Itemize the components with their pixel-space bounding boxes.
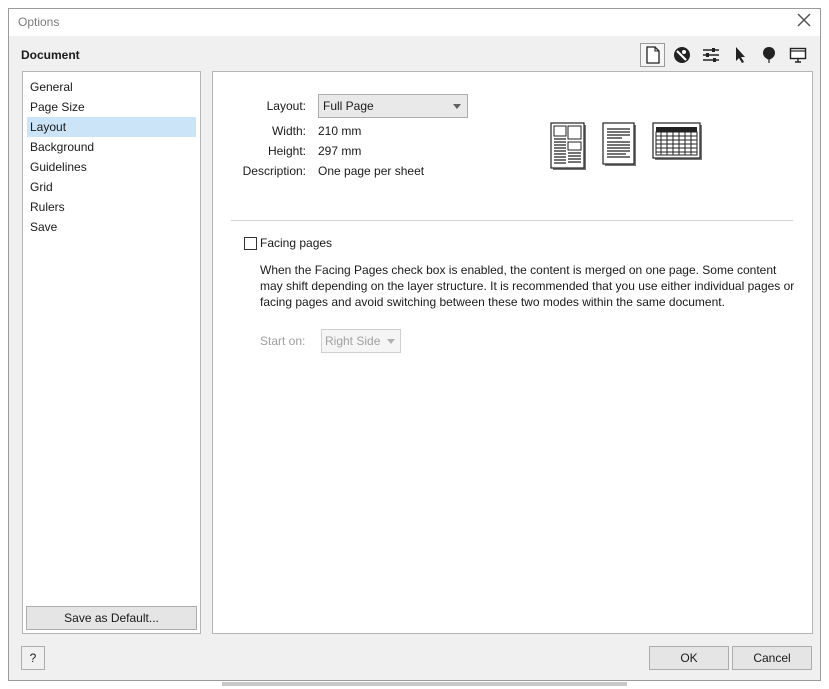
sidebar-item-grid[interactable]: Grid [27,177,196,197]
layout-panel: Layout: Full Page Width: 210 mm Height: … [212,71,813,634]
category-toolbar [640,43,810,67]
sidebar-item-guidelines[interactable]: Guidelines [27,157,196,177]
sidebar-nav: General Page Size Layout Background Guid… [23,72,200,237]
display-category-button[interactable] [785,43,810,67]
height-value: 297 mm [318,144,362,158]
width-label: Width: [271,124,306,138]
document-category-button[interactable] [640,43,665,67]
options-dialog: Options Document General Page Size Layou… [8,8,821,681]
layout-label: Layout: [266,99,306,113]
sidebar-item-background[interactable]: Background [27,137,196,157]
separator [231,220,793,221]
layout-select-value: Full Page [323,99,374,113]
facing-pages-description: When the Facing Pages check box is enabl… [260,263,795,309]
width-value: 210 mm [318,124,362,138]
description-label: Description: [242,164,306,178]
chevron-down-icon [387,339,395,344]
close-icon[interactable] [796,12,812,28]
sidebar-item-rulers[interactable]: Rulers [27,197,196,217]
height-row: Height: 297 mm [213,141,413,161]
balloon-category-button[interactable] [756,43,781,67]
newspaper-layout-icon [550,122,586,170]
single-page-layout-icon [602,122,636,166]
sidebar-item-page-size[interactable]: Page Size [27,97,196,117]
document-icon [645,46,660,64]
facing-pages-checkbox[interactable]: Facing pages [244,235,332,251]
chevron-down-icon [453,104,461,109]
monitor-icon [789,47,806,63]
cancel-button[interactable]: Cancel [732,646,812,670]
layout-preview [550,122,704,172]
tools-category-button[interactable] [698,43,723,67]
section-title: Document [21,48,80,62]
width-row: Width: 210 mm [213,121,413,141]
pointer-icon [735,47,745,63]
title-bar: Options [9,9,820,36]
balloon-icon [762,47,775,63]
save-as-default-button[interactable]: Save as Default... [26,606,197,630]
sidebar-item-general[interactable]: General [27,77,196,97]
help-button[interactable]: ? [21,646,45,670]
pointer-category-button[interactable] [727,43,752,67]
checkbox-box[interactable] [244,236,257,250]
window-title: Options [18,15,60,29]
start-on-value: Right Side [325,334,381,348]
start-on-select: Right Side [321,329,401,353]
table-layout-icon [652,122,702,160]
global-category-button[interactable] [669,43,694,67]
start-on-label: Start on: [260,334,306,348]
facing-pages-label[interactable]: Facing pages [260,236,332,250]
height-label: Height: [267,144,306,158]
description-row: Description: One page per sheet [213,161,513,181]
sidebar-item-save[interactable]: Save [27,217,196,237]
bottom-strip [222,682,627,686]
settings-icon [702,48,719,62]
globe-icon [673,47,690,63]
description-value: One page per sheet [318,164,425,178]
layout-row: Layout: [225,96,325,116]
sidebar: General Page Size Layout Background Guid… [22,71,201,634]
ok-button[interactable]: OK [649,646,729,670]
sidebar-item-layout[interactable]: Layout [27,117,196,137]
layout-select[interactable]: Full Page [318,94,468,118]
